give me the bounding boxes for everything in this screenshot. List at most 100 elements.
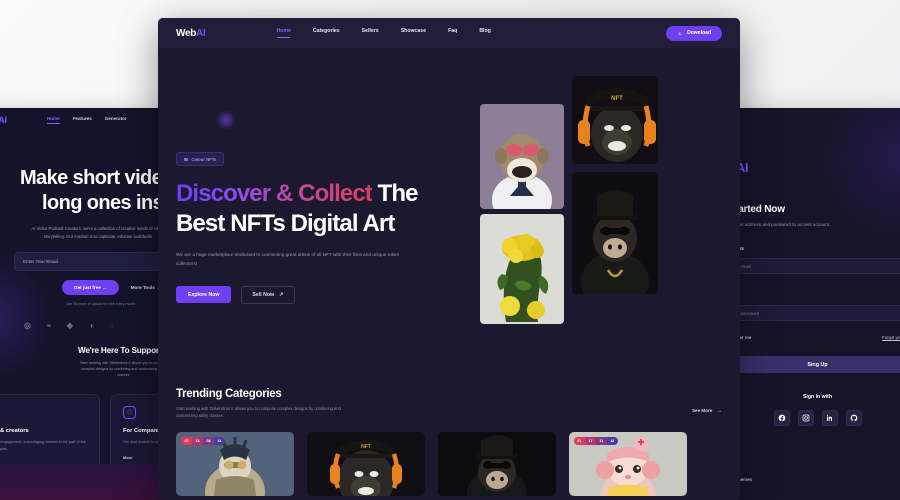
left-brand-logos: ◎ ⌁ ◈ ◑ ◌ — [20, 321, 170, 330]
nft-artwork-flower-figure[interactable] — [480, 214, 564, 324]
countdown-seg-3: 08 — [203, 437, 214, 446]
see-more-label: See More — [691, 408, 713, 413]
countdown-badge-1: 66 18 08 41 — [181, 437, 225, 446]
left-support-subtitle: Start working with Tailwindcss It allows… — [80, 361, 168, 378]
nav-item-home[interactable]: Home — [276, 28, 290, 38]
left-nav-item-features[interactable]: Features — [73, 116, 92, 124]
hero-section: Colour NFTs Discover & Collect The Best … — [158, 48, 740, 388]
countdown-b2-seg-3: 11 — [596, 437, 607, 446]
nft-artwork-ape-hat[interactable] — [572, 172, 658, 294]
download-label: Download — [687, 30, 711, 36]
left-nav-item-generator[interactable]: Generator — [105, 116, 127, 124]
nav-item-categories[interactable]: Categories — [313, 28, 340, 38]
right-subtitle: Enter your email address and password to… — [722, 222, 831, 227]
hero-headline-line2: Best NFTs Digital Art — [176, 210, 395, 238]
download-button[interactable]: Download — [665, 25, 722, 41]
countdown-seg-2: 18 — [192, 437, 203, 446]
left-navbar: WebAI Home Features Generator — [0, 108, 170, 132]
hero-cta-row: Explore Now Sell Now ↗ — [176, 285, 466, 304]
hero-headline: Discover & Collect The Best NFTs Digital… — [176, 179, 466, 239]
email-label: Email address — [722, 246, 900, 252]
people-icon: ⚇ — [123, 406, 136, 420]
center-nav-links: Home Categories Sellers Showcase Faq Blo… — [276, 28, 490, 38]
brand-logo-4: ◑ — [88, 321, 93, 331]
trending-section: Trending Categories Start working with T… — [158, 388, 740, 497]
hero-badge-label: Colour NFTs — [191, 156, 217, 162]
left-logo[interactable]: WebAI — [0, 115, 7, 125]
see-more-link[interactable]: See More → — [692, 408, 722, 413]
instagram-icon[interactable] — [797, 410, 814, 426]
left-card-body-1: Foster a sense of community and engageme… — [0, 440, 86, 452]
sell-now-label: Sell Now — [252, 291, 275, 298]
countdown-b2-seg-4: 42 — [606, 437, 618, 446]
hero-headline-gradient: Discover & Collect — [176, 180, 373, 208]
brand-logo-3: ◈ — [66, 321, 73, 331]
svg-text:NFT: NFT — [611, 96, 623, 102]
right-title: Get Started Now — [722, 204, 785, 215]
badge-square-icon — [184, 157, 188, 161]
social-buttons — [722, 410, 900, 426]
hero-nft-gallery: NFT — [480, 76, 670, 324]
nft-artwork-ape-sunglasses[interactable] — [480, 104, 564, 209]
arrow-up-right-icon: ↗ — [279, 291, 284, 298]
left-card-link-2[interactable]: More — [123, 455, 132, 460]
nft-artwork-ape-headphones[interactable]: NFT — [572, 76, 658, 164]
countdown-badge-2: 81 17 11 42 — [574, 437, 618, 446]
trending-card-2[interactable]: NFT — [307, 432, 425, 497]
signup-link[interactable]: Sign Up — [722, 452, 900, 458]
trending-card-1[interactable]: 66 18 08 41 — [176, 432, 294, 497]
brand-logo-5: ◌ — [108, 321, 114, 331]
facebook-icon[interactable] — [773, 410, 790, 426]
hero-text-column: Colour NFTs Discover & Collect The Best … — [176, 48, 466, 304]
left-subtext: AI Video Podcast Creators, we're a colle… — [31, 226, 165, 239]
hero-headline-rest: The — [371, 180, 419, 208]
svg-text:NFT: NFT — [361, 444, 371, 450]
github-icon[interactable] — [845, 410, 862, 426]
left-support-title: We're Here To Support You Everywhere — [78, 346, 170, 356]
trending-card-4[interactable]: 81 17 11 42 — [569, 432, 687, 497]
hero-paragraph: We are a huge marketplace dedicated to c… — [176, 252, 400, 266]
signup-submit-button[interactable]: Sing Up — [722, 356, 900, 373]
nav-item-blog[interactable]: Blog — [479, 28, 491, 38]
trending-card-3[interactable] — [438, 432, 556, 497]
right-logo[interactable]: WebAI — [722, 160, 900, 175]
trending-cards: 66 18 08 41 NFT 81 17 11 42 — [176, 432, 722, 497]
left-glow — [0, 258, 50, 378]
left-headline-line2: long ones instantly — [42, 192, 170, 215]
sell-now-button[interactable]: Sell Now ↗ — [241, 285, 295, 304]
right-signin-page-window[interactable]: WebAI Get Started Now Enter your email a… — [722, 108, 900, 500]
center-logo[interactable]: WebAI — [176, 27, 206, 39]
center-navbar: WebAI Home Categories Sellers Showcase F… — [158, 18, 740, 48]
nav-item-sellers[interactable]: Sellers — [362, 28, 379, 38]
linkedin-icon[interactable] — [821, 410, 838, 426]
nav-item-showcase[interactable]: Showcase — [401, 28, 426, 38]
trending-subtitle: Start working with Tailwindcss It allows… — [176, 406, 341, 419]
hero-badge: Colour NFTs — [176, 152, 225, 167]
arrow-right-icon: → — [717, 408, 722, 413]
left-nav-links: Home Features Generator — [46, 116, 127, 124]
brand-logo-2: ⌁ — [46, 321, 51, 331]
forgot-password-link[interactable]: Forgot your password? — [882, 335, 900, 340]
password-field[interactable]: Enter your password — [722, 305, 900, 321]
left-landing-page-window[interactable]: WebAI Home Features Generator Make short… — [0, 108, 170, 500]
center-logo-main: Web — [176, 27, 197, 39]
credit-text: ♥ by Coderthemes — [722, 476, 900, 482]
countdown-seg-4: 41 — [214, 437, 225, 446]
nft-marketplace-window[interactable]: WebAI Home Categories Sellers Showcase F… — [158, 18, 740, 500]
countdown-seg-1: 66 — [181, 437, 192, 446]
email-field[interactable]: Enter your email — [722, 258, 900, 274]
download-icon — [677, 30, 682, 36]
left-logo-accent: AI — [0, 115, 7, 125]
brand-logo-1: ◎ — [24, 321, 31, 331]
left-get-free-button[interactable]: Get just free → — [62, 280, 119, 296]
left-headline-line1: Make short videos — [20, 167, 170, 189]
hero-glow-dot — [216, 110, 236, 130]
center-logo-accent: AI — [196, 27, 206, 39]
explore-now-button[interactable]: Explore Now — [176, 286, 232, 304]
left-more-tools-link[interactable]: More Tools → — [131, 285, 161, 290]
countdown-b2-seg-1: 81 — [574, 437, 585, 446]
nav-item-faq[interactable]: Faq — [448, 28, 457, 38]
left-nav-item-home[interactable]: Home — [46, 116, 60, 124]
countdown-b2-seg-2: 17 — [585, 437, 596, 446]
remember-forgot-row: Remember me Forgot your password? — [722, 334, 900, 340]
